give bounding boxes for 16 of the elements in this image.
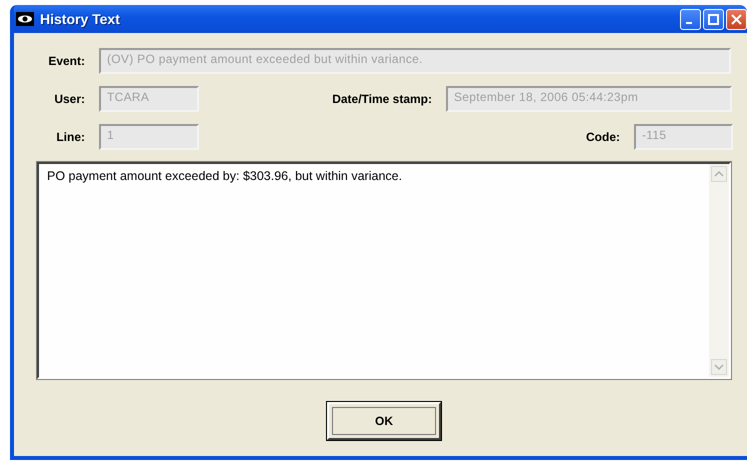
maximize-button[interactable] (703, 8, 724, 30)
field-label: Event: (47, 54, 86, 68)
history-text: PO payment amount exceeded by: $303.96, but within variance. (46, 168, 404, 185)
field-label: User: (53, 92, 86, 106)
window-title: History Text (40, 11, 120, 27)
history-text-area[interactable]: PO payment amount exceeded by: $303.96, but within variance. (37, 162, 731, 379)
field-label: Date/Time stamp: (331, 92, 433, 106)
minimize-icon (686, 22, 692, 24)
ok-button[interactable]: OK (327, 402, 441, 440)
close-button[interactable] (726, 8, 747, 30)
maximize-icon (708, 14, 719, 24)
field-label: Line: (55, 130, 86, 144)
field-label: Code: (585, 130, 621, 144)
minimize-button[interactable] (680, 8, 701, 30)
close-icon (731, 14, 742, 24)
eye-icon (16, 12, 34, 26)
